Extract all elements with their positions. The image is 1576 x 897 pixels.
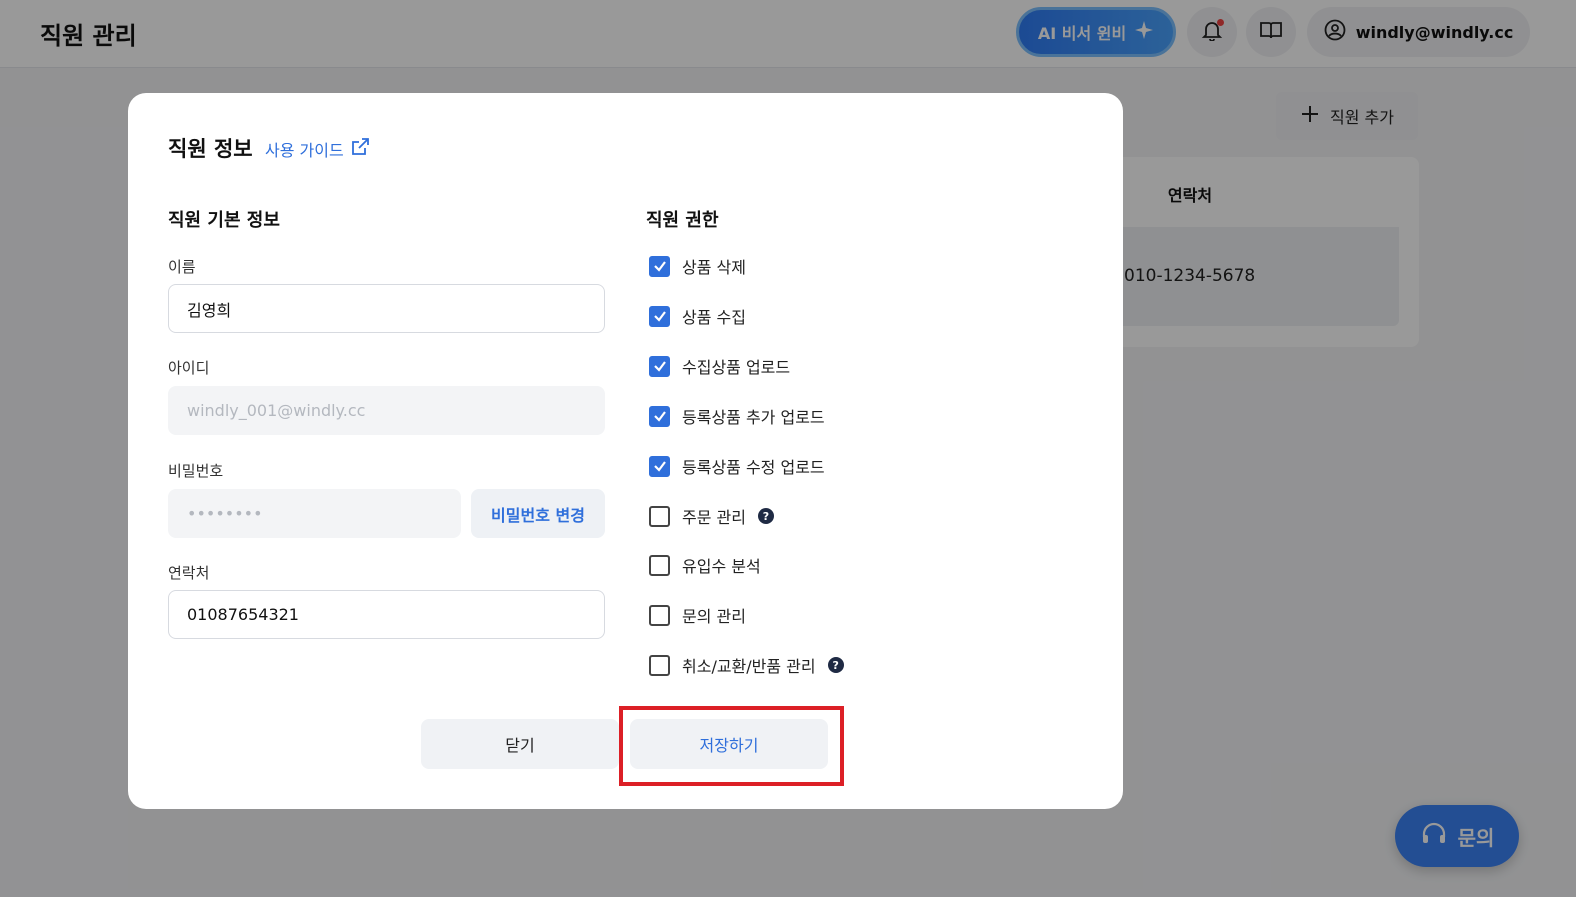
password-label: 비밀번호: [168, 462, 224, 480]
id-label: 아이디: [168, 359, 210, 377]
permission-item[interactable]: 주문 관리?: [649, 504, 774, 528]
permission-section-title: 직원 권한: [646, 210, 719, 231]
checkbox-checked[interactable]: [649, 455, 670, 477]
permission-label: 수집상품 업로드: [682, 358, 791, 377]
checkbox-checked[interactable]: [649, 355, 670, 377]
permission-item[interactable]: 상품 수집: [649, 304, 746, 328]
contact-label: 연락처: [168, 564, 210, 582]
permission-label: 주문 관리: [682, 508, 746, 527]
checkbox-unchecked[interactable]: [649, 604, 670, 626]
name-input[interactable]: [168, 284, 605, 333]
permission-label: 등록상품 수정 업로드: [682, 458, 825, 477]
checkbox-checked[interactable]: [649, 405, 670, 427]
permission-item[interactable]: 문의 관리: [649, 603, 746, 627]
checkbox-checked[interactable]: [649, 305, 670, 327]
permission-item[interactable]: 수집상품 업로드: [649, 354, 790, 378]
name-label: 이름: [168, 258, 196, 276]
permission-label: 취소/교환/반품 관리: [682, 657, 816, 676]
checkbox-unchecked[interactable]: [649, 505, 670, 527]
permission-item[interactable]: 취소/교환/반품 관리?: [649, 653, 844, 677]
close-button[interactable]: 닫기: [421, 719, 619, 769]
change-password-button[interactable]: 비밀번호 변경: [471, 489, 605, 538]
id-input: [168, 386, 605, 435]
permission-item[interactable]: 등록상품 추가 업로드: [649, 404, 825, 428]
permission-item[interactable]: 상품 삭제: [649, 254, 746, 278]
contact-input[interactable]: [168, 590, 605, 639]
permission-label: 등록상품 추가 업로드: [682, 408, 825, 427]
permission-item[interactable]: 등록상품 수정 업로드: [649, 454, 825, 478]
external-link-icon: [350, 137, 370, 161]
staff-info-modal: 직원 정보 사용 가이드 직원 기본 정보 이름 아이디 비밀번호 비밀번호 변…: [128, 93, 1123, 809]
permission-label: 문의 관리: [682, 607, 746, 626]
permission-item[interactable]: 유입수 분석: [649, 553, 761, 577]
help-icon[interactable]: ?: [827, 657, 844, 673]
basic-info-section-title: 직원 기본 정보: [168, 210, 280, 231]
checkbox-checked[interactable]: [649, 255, 670, 277]
permission-label: 상품 수집: [682, 308, 746, 327]
password-input: [168, 489, 461, 538]
usage-guide-link[interactable]: 사용 가이드: [265, 137, 370, 161]
modal-title: 직원 정보: [168, 137, 253, 161]
help-icon[interactable]: ?: [757, 508, 774, 524]
checkbox-unchecked[interactable]: [649, 654, 670, 676]
usage-guide-label: 사용 가이드: [265, 141, 344, 160]
save-button-highlight: [619, 706, 844, 786]
permission-label: 상품 삭제: [682, 258, 746, 277]
checkbox-unchecked[interactable]: [649, 554, 670, 576]
permission-label: 유입수 분석: [682, 557, 761, 576]
